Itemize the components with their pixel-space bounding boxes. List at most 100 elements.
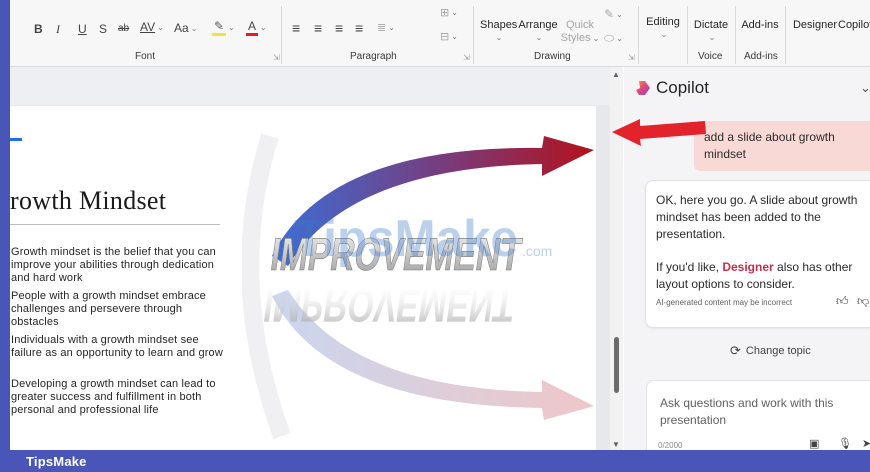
chevron-down-icon: ⌄: [157, 22, 164, 32]
designer-link[interactable]: Designer: [722, 260, 773, 274]
chevron-down-icon: ⌄: [451, 8, 458, 17]
voice-group-label: Voice: [698, 51, 723, 62]
tipsmake-watermark: TipsMake: [294, 210, 518, 268]
scroll-up-icon[interactable]: ▲: [612, 70, 620, 79]
editor-top-band: [10, 67, 610, 105]
shape-fill-button[interactable]: ✎ ⌄: [604, 7, 623, 21]
dictate-button[interactable]: Dictate ⌄: [690, 19, 732, 43]
chevron-down-icon: ⌄: [495, 33, 503, 42]
designer-button[interactable]: Designer: [792, 19, 838, 31]
change-case-button[interactable]: Aa ⌄: [174, 21, 197, 35]
font-color-letter: A: [246, 19, 259, 36]
slide-bullet[interactable]: People with a growth mindset embrace cha…: [11, 290, 225, 329]
justify-button[interactable]: ≡: [355, 20, 363, 36]
slide-canvas[interactable]: rowth Mindset Growth mindset is the beli…: [10, 106, 596, 450]
bold-button[interactable]: B: [34, 22, 43, 36]
copilot-reply-suggestion: If you'd like, Designer also has other l…: [656, 259, 870, 293]
align-text-button[interactable]: ⊟ ⌄: [440, 30, 458, 43]
change-topic-button[interactable]: ⟳ Change topic: [730, 343, 811, 359]
microphone-icon[interactable]: 🎙︎: [838, 437, 852, 450]
slide-bullet[interactable]: Developing a growth mindset can lead to …: [11, 378, 225, 417]
improvement-reflection-text: IMPROVEMENT: [260, 280, 517, 332]
editing-label: Editing: [646, 16, 680, 28]
copilot-logo-icon: [636, 81, 650, 95]
shapes-button[interactable]: Shapes ⌄: [480, 19, 518, 43]
shadow-button[interactable]: S: [99, 22, 107, 36]
shapes-label: Shapes: [480, 19, 518, 31]
ribbon-separator: [473, 6, 474, 64]
chevron-down-icon[interactable]: ⌄: [860, 80, 870, 96]
footer-bar: [0, 450, 870, 472]
chevron-down-icon: ⌄: [451, 32, 458, 41]
change-topic-label: Change topic: [745, 345, 811, 357]
arrange-label: Arrange: [518, 19, 558, 31]
add-ins-group-label: Add-ins: [744, 51, 778, 62]
align-center-button[interactable]: ≡: [314, 20, 322, 36]
thumbs-down-icon[interactable]: 👎︎: [857, 294, 869, 309]
ribbon: B I U S ab AV ⌄ Aa ⌄ ✎ ⌄ A ⌄ Font ⇲ ≡ ≡ ≡ ≡ …: [10, 0, 870, 67]
chevron-down-icon: ⌄: [616, 9, 623, 19]
prompt-guide-icon[interactable]: ▣: [809, 437, 819, 450]
thumbs-up-icon[interactable]: 👍︎: [836, 294, 849, 309]
new-chat-icon: ⟳: [730, 343, 741, 358]
slide-bullet[interactable]: Growth mindset is the belief that you ca…: [11, 246, 225, 285]
slide-bullet[interactable]: Individuals with a growth mindset see fa…: [11, 334, 225, 360]
frame-left-border: [0, 0, 10, 472]
ribbon-separator: [785, 6, 786, 64]
editing-button[interactable]: Editing ⌄: [642, 16, 684, 40]
chevron-down-icon: ⌄: [660, 30, 668, 39]
arrange-button[interactable]: Arrange ⌄: [518, 19, 558, 43]
strikethrough-button[interactable]: ab: [118, 23, 129, 34]
change-case-label: Aa: [174, 21, 189, 35]
italic-button[interactable]: I: [56, 22, 60, 37]
chevron-down-icon: ⌄: [388, 23, 395, 32]
underline-button[interactable]: U: [78, 22, 87, 36]
drawing-dialog-launcher-icon[interactable]: ⇲: [628, 53, 635, 62]
slide-title[interactable]: rowth Mindset: [10, 186, 166, 216]
ai-disclaimer: AI-generated content may be incorrect: [656, 298, 793, 307]
paragraph-group-label: Paragraph: [350, 51, 397, 62]
ribbon-separator: [735, 6, 736, 64]
chevron-down-icon: ⌄: [592, 34, 600, 43]
copilot-button[interactable]: Copilot: [838, 19, 870, 31]
footer-brand: TipsMake: [26, 454, 87, 469]
font-color-button[interactable]: A ⌄: [246, 19, 267, 36]
chevron-down-icon: ⌄: [260, 23, 267, 32]
dictate-label: Dictate: [693, 19, 729, 31]
ribbon-separator: [638, 6, 639, 64]
character-spacing-label: AV: [140, 20, 156, 34]
character-spacing-button[interactable]: AV ⌄: [140, 20, 164, 34]
send-icon[interactable]: ➤: [862, 437, 870, 450]
add-ins-button[interactable]: Add-ins: [738, 19, 782, 31]
copilot-title: Copilot: [656, 78, 709, 97]
ribbon-separator: [687, 6, 688, 64]
highlighter-icon: ✎: [212, 19, 227, 36]
chevron-down-icon: ⌄: [708, 33, 716, 42]
shape-outline-button[interactable]: ⬭ ⌄: [604, 31, 623, 46]
columns-button[interactable]: ≣ ⌄: [377, 21, 395, 34]
slide-image-improvement[interactable]: IMPROVEMENT IMPROVEMENT TipsMake .com: [242, 106, 596, 450]
ribbon-separator: [281, 6, 282, 64]
scroll-down-icon[interactable]: ▼: [612, 440, 620, 449]
slide-accent-bar: [10, 138, 22, 141]
font-dialog-launcher-icon[interactable]: ⇲: [273, 53, 280, 62]
copilot-reply-text-part: If you'd like,: [656, 260, 723, 274]
text-direction-button[interactable]: ⊞ ⌄: [440, 6, 458, 19]
character-count: 0/2000: [658, 441, 683, 450]
slide-title-underline: [10, 224, 220, 225]
chevron-down-icon: ⌄: [190, 23, 198, 33]
scrollbar-thumb[interactable]: [614, 337, 619, 393]
chevron-down-icon: ⌄: [228, 23, 235, 32]
align-left-button[interactable]: ≡: [292, 20, 300, 36]
quick-styles-label: Quick Styles: [560, 19, 595, 44]
tipsmake-watermark-suffix: .com: [522, 243, 552, 259]
font-group-label: Font: [135, 51, 156, 62]
quick-styles-button[interactable]: Quick Styles ⌄: [560, 19, 600, 45]
highlight-color-button[interactable]: ✎ ⌄: [212, 19, 235, 36]
copilot-input-placeholder[interactable]: Ask questions and work with this present…: [660, 395, 860, 429]
chevron-down-icon: ⌄: [616, 34, 623, 43]
align-right-button[interactable]: ≡: [335, 20, 343, 36]
paragraph-dialog-launcher-icon[interactable]: ⇲: [463, 53, 470, 62]
copilot-reply-text: OK, here you go. A slide about growth mi…: [656, 193, 858, 241]
chevron-down-icon: ⌄: [535, 33, 543, 42]
